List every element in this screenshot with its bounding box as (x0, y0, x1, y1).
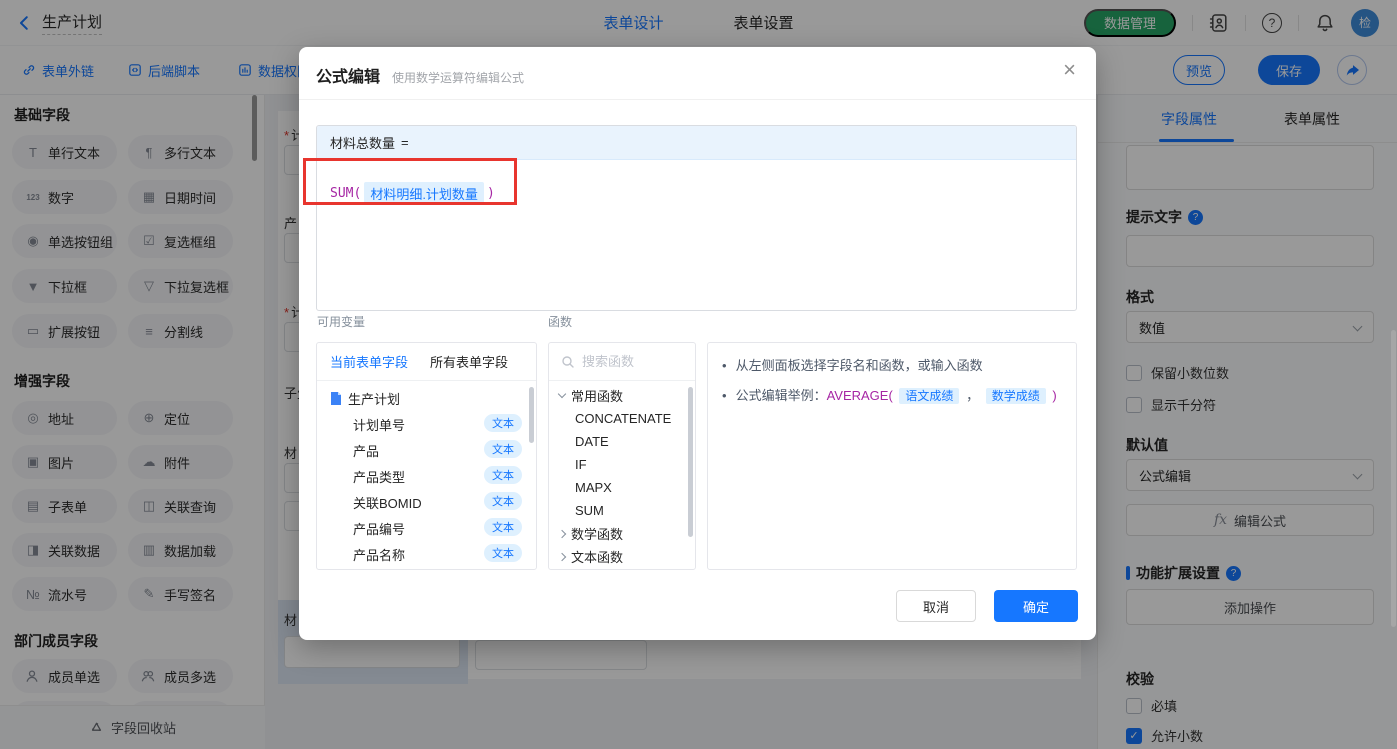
type-badge: 文本 (484, 466, 522, 484)
variables-scrollbar[interactable] (529, 387, 534, 443)
tip-line-2: • 公式编辑举例：AVERAGE( 语文成绩 ， 数学成绩 ) (722, 385, 1062, 407)
variables-panel: 当前表单字段 所有表单字段 生产计划 计划单号 文本 产品 文本 产品类型 文本 关联… (316, 342, 537, 570)
functions-scrollbar[interactable] (688, 387, 693, 537)
formula-field-chip[interactable]: 材料明细.计划数量 (364, 182, 484, 205)
formula-editor-modal: 公式编辑 使用数学运算符编辑公式 × 材料总数量 = SUM( 材料明细.计划数… (299, 47, 1096, 640)
formula-equals: = (401, 135, 409, 150)
example-comma: ， (966, 388, 980, 403)
modal-subtitle: 使用数学运算符编辑公式 (392, 71, 525, 85)
function-search[interactable] (549, 343, 695, 381)
type-badge: 文本 (484, 492, 522, 510)
functions-panel: 常用函数 CONCATENATE DATE IF MAPX SUM 数学函数 文… (548, 342, 696, 570)
variable-row[interactable]: 关联BOMID 文本 (317, 489, 536, 515)
bullet-icon: • (722, 358, 727, 373)
formula-target-field: 材料总数量 (330, 136, 396, 151)
formula-editor-box[interactable]: 材料总数量 = SUM( 材料明细.计划数量 ) (316, 125, 1077, 311)
tab-all-form-fields[interactable]: 所有表单字段 (430, 352, 508, 371)
variable-row[interactable]: 产品类型 文本 (317, 463, 536, 489)
type-badge: 文本 (484, 414, 522, 432)
close-icon[interactable]: × (1063, 59, 1076, 81)
function-item[interactable]: CONCATENATE (549, 407, 695, 430)
function-search-input[interactable] (582, 354, 677, 369)
variables-tree-root[interactable]: 生产计划 (317, 385, 536, 411)
variable-row[interactable]: 产品名称 文本 (317, 541, 536, 567)
modal-title: 公式编辑 (316, 69, 381, 86)
example-field-chip: 数学成绩 (985, 388, 1046, 404)
formula-help-panel: • 从左侧面板选择字段名和函数，或输入函数 • 公式编辑举例：AVERAGE( … (707, 342, 1077, 570)
variables-section-label: 可用变量 (317, 315, 366, 329)
variable-row[interactable]: 文本 (317, 567, 536, 569)
function-item[interactable]: DATE (549, 430, 695, 453)
type-badge: 文本 (484, 440, 522, 458)
search-icon (562, 355, 574, 368)
chevron-down-icon (557, 389, 567, 399)
formula-function-open: SUM( (330, 186, 362, 201)
variable-row[interactable]: 计划单号 文本 (317, 411, 536, 437)
page-scrollbar[interactable] (1391, 330, 1396, 627)
tab-current-form-fields[interactable]: 当前表单字段 (330, 352, 408, 371)
formula-target-row: 材料总数量 = (317, 126, 1076, 160)
function-group-text[interactable]: 文本函数 (549, 545, 695, 568)
example-field-chip: 语文成绩 (899, 388, 960, 404)
cancel-button[interactable]: 取消 (896, 590, 976, 622)
chevron-right-icon (557, 552, 567, 561)
confirm-button[interactable]: 确定 (994, 590, 1078, 622)
function-item[interactable]: IF (549, 453, 695, 476)
type-badge: 文本 (484, 518, 522, 536)
function-item[interactable]: SUM (549, 499, 695, 522)
type-badge: 文本 (484, 544, 522, 562)
form-document-icon (331, 391, 341, 405)
example-close-paren: ) (1052, 388, 1057, 403)
function-group-common[interactable]: 常用函数 (549, 384, 695, 407)
formula-expression[interactable]: SUM( 材料明细.计划数量 ) (317, 160, 1076, 227)
modal-header-divider (299, 99, 1096, 100)
example-prefix: 公式编辑举例：AVERAGE( (735, 388, 893, 403)
bullet-icon: • (722, 388, 727, 403)
functions-section-label: 函数 (548, 315, 573, 329)
formula-function-close: ) (486, 186, 495, 201)
tip-line-1: • 从左侧面板选择字段名和函数，或输入函数 (722, 355, 1062, 377)
variable-row[interactable]: 产品编号 文本 (317, 515, 536, 541)
function-item[interactable]: MAPX (549, 476, 695, 499)
variable-row[interactable]: 产品 文本 (317, 437, 536, 463)
function-group-math[interactable]: 数学函数 (549, 522, 695, 545)
app: 生产计划 表单设计 表单设置 数据管理 ? 检 表单外链 后端脚本 数据权限 预… (0, 0, 1397, 749)
chevron-right-icon (557, 529, 567, 538)
